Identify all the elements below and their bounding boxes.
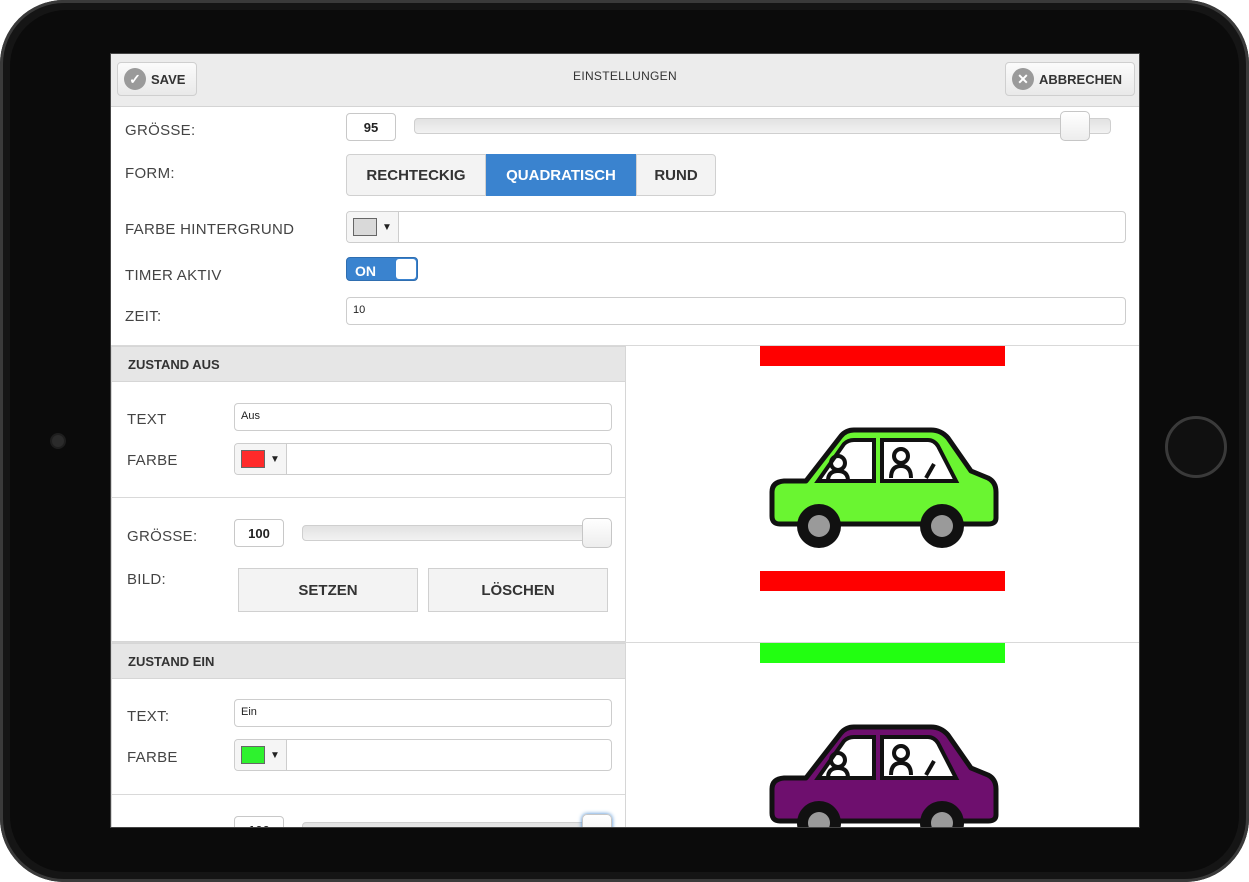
timer-toggle[interactable]: ON bbox=[346, 257, 418, 281]
form-option-rechteckig[interactable]: RECHTECKIG bbox=[346, 154, 486, 196]
state-off-text-label: TEXT bbox=[127, 411, 167, 428]
state-off-text-input[interactable]: Aus bbox=[234, 403, 612, 431]
state-off-size-input[interactable]: 100 bbox=[234, 519, 284, 547]
top-bar: ✓ SAVE EINSTELLUNGEN ✕ ABBRECHEN bbox=[111, 54, 1139, 107]
state-off-color-bar bbox=[760, 346, 1005, 366]
state-off-color-picker[interactable]: ▼ bbox=[235, 444, 287, 474]
state-off-header: ZUSTAND AUS bbox=[112, 347, 625, 382]
time-input[interactable]: 10 bbox=[346, 297, 1126, 325]
delete-image-button[interactable]: LÖSCHEN bbox=[428, 568, 608, 612]
state-on-text-input[interactable]: Ein bbox=[234, 699, 612, 727]
home-button[interactable] bbox=[1165, 416, 1227, 478]
toggle-knob bbox=[396, 259, 416, 279]
state-on-title: ZUSTAND EIN bbox=[128, 654, 215, 669]
state-off-preview bbox=[626, 346, 1139, 642]
state-off-size-slider[interactable] bbox=[302, 525, 612, 541]
form-segmented-control: RECHTECKIG QUADRATISCH RUND bbox=[346, 154, 716, 196]
state-off-color-bar-bottom bbox=[760, 571, 1005, 591]
state-on-color-swatch bbox=[241, 746, 265, 764]
state-off-color-swatch bbox=[241, 450, 265, 468]
bg-color-swatch bbox=[353, 218, 377, 236]
state-on-text-label: TEXT: bbox=[127, 708, 170, 725]
form-option-quadratisch[interactable]: QUADRATISCH bbox=[486, 154, 636, 196]
bg-color-field[interactable]: ▼ bbox=[346, 211, 1126, 243]
page-title: EINSTELLUNGEN bbox=[573, 69, 677, 83]
state-on-color-field[interactable]: ▼ bbox=[234, 739, 612, 771]
state-on-size-slider-thumb[interactable] bbox=[582, 814, 612, 827]
cancel-button[interactable]: ✕ ABBRECHEN bbox=[1005, 62, 1135, 96]
state-on-section: ZUSTAND EIN TEXT: Ein FARBE ▼ 100 bbox=[111, 643, 626, 827]
dropdown-arrow-icon: ▼ bbox=[270, 749, 280, 761]
state-on-size-input[interactable]: 100 bbox=[234, 816, 284, 827]
state-on-color-label: FARBE bbox=[127, 749, 178, 766]
bg-color-label: FARBE HINTERGRUND bbox=[125, 221, 295, 238]
state-off-size-slider-thumb[interactable] bbox=[582, 518, 612, 548]
bg-color-picker[interactable]: ▼ bbox=[347, 212, 399, 242]
state-off-size-label: GRÖSSE: bbox=[127, 528, 198, 545]
time-label: ZEIT: bbox=[125, 308, 162, 325]
size-slider-thumb[interactable] bbox=[1060, 111, 1090, 141]
car-icon bbox=[769, 427, 999, 548]
set-image-button[interactable]: SETZEN bbox=[238, 568, 418, 612]
state-on-divider bbox=[112, 794, 625, 795]
state-off-color-field[interactable]: ▼ bbox=[234, 443, 612, 475]
cancel-label: ABBRECHEN bbox=[1039, 71, 1123, 87]
state-on-size-slider[interactable] bbox=[302, 822, 612, 827]
state-on-color-bar bbox=[760, 643, 1005, 663]
state-off-image-label: BILD: bbox=[127, 571, 167, 588]
size-input[interactable]: 95 bbox=[346, 113, 396, 141]
form-option-rund[interactable]: RUND bbox=[636, 154, 716, 196]
state-on-color-picker[interactable]: ▼ bbox=[235, 740, 287, 770]
state-on-preview bbox=[626, 643, 1139, 827]
state-off-color-label: FARBE bbox=[127, 452, 178, 469]
screen: ✓ SAVE EINSTELLUNGEN ✕ ABBRECHEN GRÖSSE:… bbox=[110, 53, 1140, 828]
close-icon: ✕ bbox=[1012, 68, 1034, 90]
state-off-section: ZUSTAND AUS TEXT Aus FARBE ▼ GRÖSSE: 100… bbox=[111, 346, 626, 642]
state-off-divider bbox=[112, 497, 625, 498]
dropdown-arrow-icon: ▼ bbox=[270, 453, 280, 465]
timer-label: TIMER AKTIV bbox=[125, 267, 222, 284]
timer-toggle-state: ON bbox=[355, 263, 376, 279]
size-label: GRÖSSE: bbox=[125, 122, 196, 139]
state-off-title: ZUSTAND AUS bbox=[128, 357, 220, 372]
car-icon bbox=[769, 724, 999, 827]
camera-icon bbox=[52, 435, 64, 447]
state-on-header: ZUSTAND EIN bbox=[112, 644, 625, 679]
size-slider[interactable] bbox=[414, 118, 1111, 134]
form-label: FORM: bbox=[125, 165, 175, 182]
dropdown-arrow-icon: ▼ bbox=[382, 221, 392, 233]
